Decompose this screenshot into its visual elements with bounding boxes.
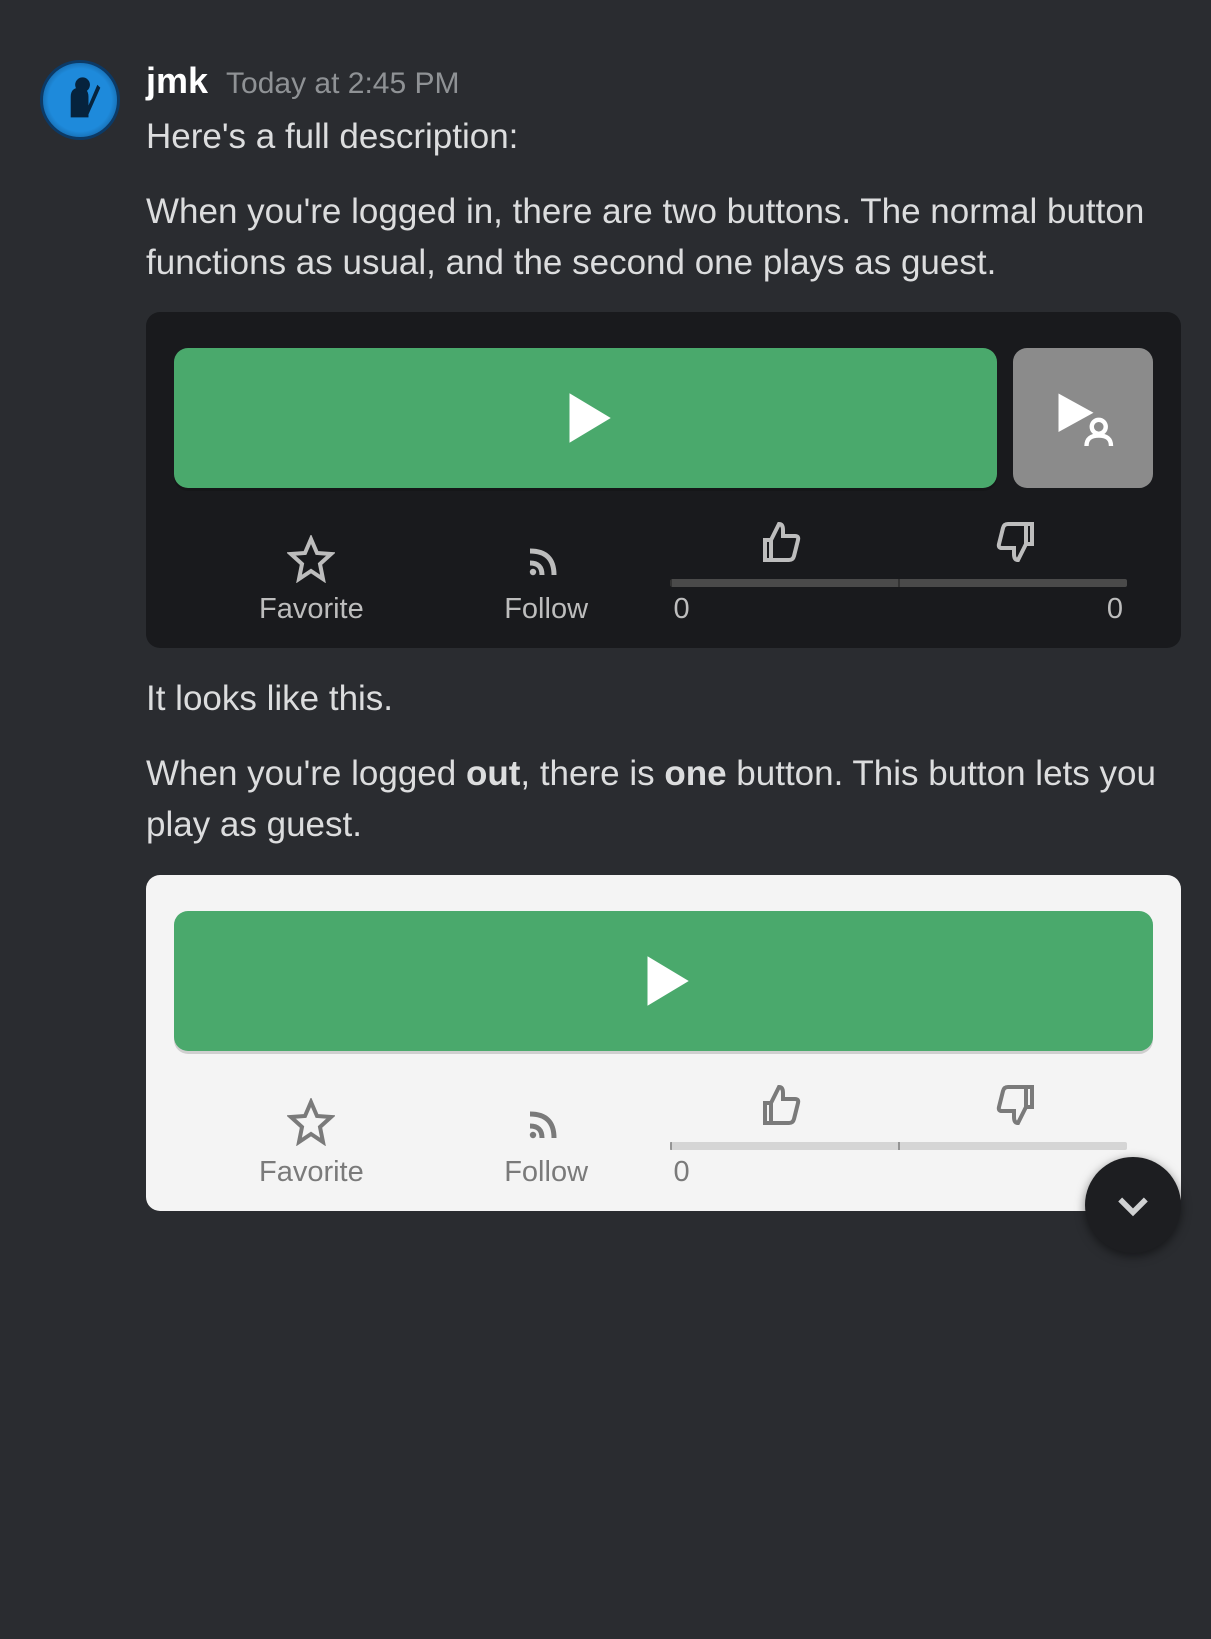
play-button-row	[174, 911, 1153, 1051]
message-text-1: Here's a full description:	[146, 112, 1181, 163]
play-button[interactable]	[174, 911, 1153, 1051]
vote-bar	[670, 579, 1128, 587]
rss-icon	[522, 535, 570, 583]
follow-button[interactable]: Follow	[429, 535, 664, 626]
action-row: Favorite Follow	[174, 1081, 1153, 1189]
star-icon	[287, 1098, 335, 1146]
thumbs-down-icon	[992, 1081, 1040, 1129]
timestamp: Today at 2:45 PM	[226, 67, 459, 101]
t4-mid: , there is	[520, 754, 664, 793]
like-count: 0	[674, 1156, 690, 1189]
favorite-button[interactable]: Favorite	[194, 535, 429, 626]
message-content: jmk Today at 2:45 PM Here's a full descr…	[146, 60, 1181, 1237]
like-button[interactable]	[757, 1081, 805, 1134]
vote-group: 0 0	[664, 518, 1134, 626]
like-count: 0	[674, 593, 690, 626]
vote-group: 0	[664, 1081, 1134, 1189]
action-row: Favorite Follow	[174, 518, 1153, 626]
star-icon	[287, 535, 335, 583]
thumbs-down-icon	[992, 518, 1040, 566]
message-text-4: When you're logged out, there is one but…	[146, 749, 1181, 851]
rss-icon	[522, 1098, 570, 1146]
thumbs-up-icon	[757, 1081, 805, 1129]
favorite-label: Favorite	[259, 593, 364, 626]
message-text-2: When you're logged in, there are two but…	[146, 187, 1181, 289]
username[interactable]: jmk	[146, 60, 208, 102]
play-icon	[553, 385, 619, 451]
avatar[interactable]	[40, 60, 120, 140]
scroll-down-button[interactable]	[1085, 1157, 1181, 1253]
message-header: jmk Today at 2:45 PM	[146, 60, 1181, 102]
embed-logged-in[interactable]: Favorite Follow	[146, 312, 1181, 648]
favorite-button[interactable]: Favorite	[194, 1098, 429, 1189]
play-icon	[631, 948, 697, 1014]
chat-message: jmk Today at 2:45 PM Here's a full descr…	[0, 0, 1211, 1277]
like-button[interactable]	[757, 518, 805, 571]
dislike-button[interactable]	[992, 1081, 1040, 1134]
play-button-row	[174, 348, 1153, 488]
t4-pre: When you're logged	[146, 754, 466, 793]
play-guest-icon	[1048, 383, 1118, 453]
favorite-label: Favorite	[259, 1156, 364, 1189]
follow-label: Follow	[504, 1156, 588, 1189]
vote-bar	[670, 1142, 1128, 1150]
play-as-guest-button[interactable]	[1013, 348, 1153, 488]
embed-logged-out[interactable]: Favorite Follow	[146, 875, 1181, 1211]
t4-b2: one	[664, 754, 726, 793]
follow-button[interactable]: Follow	[429, 1098, 664, 1189]
t4-b1: out	[466, 754, 520, 793]
dislike-button[interactable]	[992, 518, 1040, 571]
chevron-down-icon	[1111, 1183, 1155, 1227]
play-button[interactable]	[174, 348, 997, 488]
thumbs-up-icon	[757, 518, 805, 566]
dislike-count: 0	[1107, 593, 1123, 626]
follow-label: Follow	[504, 593, 588, 626]
avatar-silhouette-icon	[50, 70, 109, 129]
message-text-3: It looks like this.	[146, 674, 1181, 725]
